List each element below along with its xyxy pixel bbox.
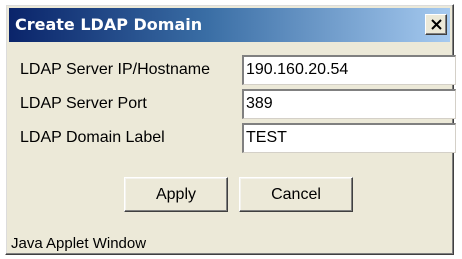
create-ldap-domain-dialog: Create LDAP Domain LDAP Server IP/Hostna… [5, 4, 456, 255]
status-bar-text: Java Applet Window [11, 235, 147, 252]
port-label: LDAP Server Port [20, 95, 147, 112]
port-row: LDAP Server Port 389 [16, 89, 456, 119]
domain-label-row: LDAP Domain Label TEST [16, 123, 456, 153]
close-button[interactable] [425, 14, 447, 35]
title-bar[interactable]: Create LDAP Domain [9, 8, 450, 42]
window-title: Create LDAP Domain [15, 15, 203, 34]
hostname-field[interactable]: 190.160.20.54 [242, 55, 456, 85]
domain-label-label: LDAP Domain Label [20, 129, 165, 146]
apply-button[interactable]: Apply [124, 177, 228, 212]
domain-label-field[interactable]: TEST [242, 123, 456, 153]
hostname-row: LDAP Server IP/Hostname 190.160.20.54 [16, 55, 456, 85]
cancel-button[interactable]: Cancel [239, 177, 353, 212]
hostname-label: LDAP Server IP/Hostname [20, 61, 211, 78]
close-icon [431, 19, 442, 30]
port-field[interactable]: 389 [242, 89, 456, 119]
